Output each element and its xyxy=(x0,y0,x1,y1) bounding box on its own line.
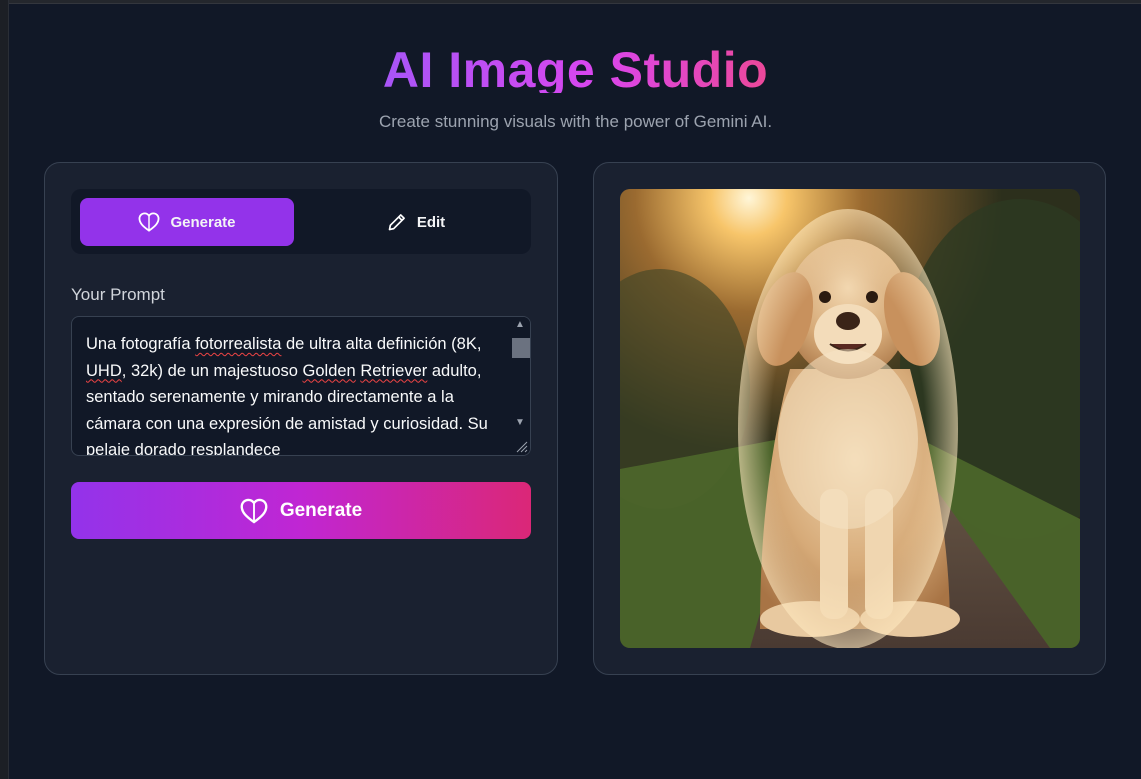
prompt-textarea[interactable]: Una fotografía fotorrealista de ultra al… xyxy=(71,316,531,456)
generate-button[interactable]: Generate xyxy=(71,482,531,539)
heart-icon xyxy=(240,498,268,524)
page-title: AI Image Studio xyxy=(382,42,769,93)
generate-button-label: Generate xyxy=(279,499,363,521)
spellcheck-word: Golden xyxy=(302,361,356,380)
prompt-label: Your Prompt xyxy=(71,285,165,304)
generated-image xyxy=(620,189,1080,648)
window-left-border xyxy=(0,0,9,779)
dog-photo xyxy=(620,189,1080,648)
page-subtitle: Create stunning visuals with the power o… xyxy=(378,112,773,131)
textarea-scrollbar[interactable]: ▲ ▼ xyxy=(510,317,530,455)
tab-generate-label: Generate xyxy=(170,213,236,231)
scroll-down-arrow-icon[interactable]: ▼ xyxy=(514,417,526,429)
mode-tabs: Generate Edit xyxy=(71,189,531,254)
heart-icon xyxy=(139,212,160,232)
tab-edit-label: Edit xyxy=(416,213,446,231)
preview-panel xyxy=(593,162,1106,675)
header: AI Image Studio Create stunning visuals … xyxy=(10,41,1141,132)
spellcheck-word: fotorrealista xyxy=(195,335,282,353)
tab-generate[interactable]: Generate xyxy=(80,198,294,246)
prompt-text[interactable]: Una fotografía fotorrealista de ultra al… xyxy=(86,331,496,455)
window-top-border xyxy=(0,0,1141,4)
spellcheck-word: Retriever xyxy=(360,361,428,380)
tab-edit[interactable]: Edit xyxy=(309,198,523,246)
scroll-up-arrow-icon[interactable]: ▲ xyxy=(514,319,526,331)
pencil-icon xyxy=(388,214,405,231)
app-page: AI Image Studio Create stunning visuals … xyxy=(10,5,1141,779)
scrollbar-thumb[interactable] xyxy=(512,338,530,358)
resize-grip-icon[interactable] xyxy=(514,439,528,453)
spellcheck-word: UHD xyxy=(86,361,122,380)
controls-panel: Generate Edit Your Prompt Una fotografía… xyxy=(44,162,558,675)
